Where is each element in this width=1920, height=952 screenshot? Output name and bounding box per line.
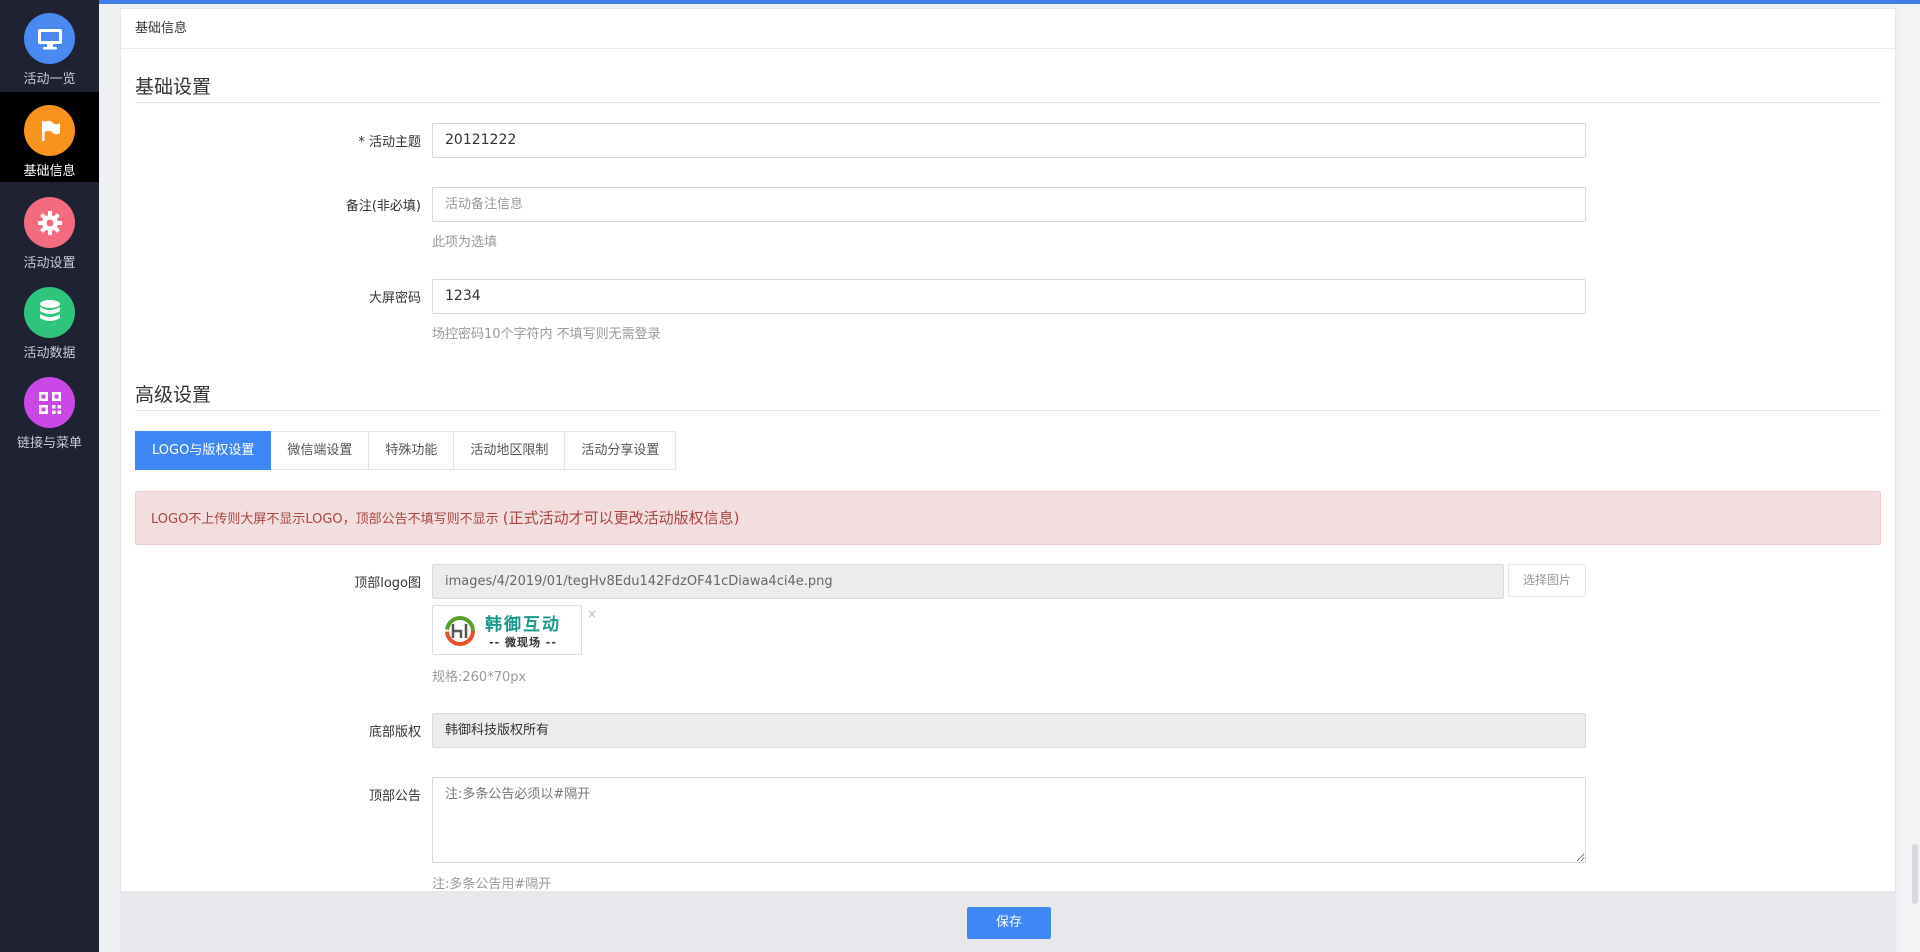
logo-brand-text: 韩御互动 [485,615,561,635]
alert-text: LOGO不上传则大屏不显示LOGO，顶部公告不填写则不显示 [151,512,503,527]
alert-banner: LOGO不上传则大屏不显示LOGO，顶部公告不填写则不显示 (正式活动才可以更改… [135,491,1881,545]
sidebar-item-activity-data[interactable]: 活动数据 [0,274,99,364]
footer-bar: 保存 [120,891,1896,952]
tab-special-features[interactable]: 特殊功能 [369,431,455,470]
database-icon [24,287,75,338]
copyright-input[interactable]: 韩御科技版权所有 [432,713,1586,748]
remove-logo-icon[interactable]: × [587,607,597,621]
scrollbar-thumb[interactable] [1912,844,1918,904]
password-help: 场控密码10个字符内 不填写则无需登录 [432,327,661,342]
logo-spec-help: 规格:260*70px [432,670,527,685]
sidebar-item-activity-settings[interactable]: 活动设置 [0,184,99,274]
tab-wechat[interactable]: 微信端设置 [271,431,370,470]
sidebar-item-activity-list[interactable]: 活动一览 [0,0,99,90]
sidebar-item-label: 活动设置 [23,256,76,271]
main-panel: 基础信息 基础设置 * 活动主题 20121222 备注(非必填) 活动备注信息… [120,8,1896,952]
divider [135,102,1881,103]
sidebar-item-label: 活动数据 [23,346,76,361]
notice-textarea[interactable] [432,777,1586,863]
section-title-advanced: 高级设置 [135,384,212,406]
password-input[interactable]: 1234 [432,279,1586,314]
notice-help: 注:多条公告用#隔开 [432,877,552,892]
copyright-label: 底部版权 [368,725,421,740]
sidebar-item-basic-info[interactable]: 基础信息 [0,92,99,182]
select-image-button[interactable]: 选择图片 [1508,564,1586,597]
logo-path-input[interactable]: images/4/2019/01/tegHv8Edu142FdzOF41cDia… [432,564,1504,599]
gear-icon [24,197,75,248]
logo-sub-text: -- 微现场 -- [489,636,557,649]
remark-help: 此项为选填 [432,235,498,250]
sidebar-item-label: 链接与菜单 [16,436,82,451]
divider [135,410,1881,411]
monitor-icon [24,13,75,64]
remark-input[interactable]: 活动备注信息 [432,187,1586,222]
top-accent-line [99,0,1920,4]
sidebar-item-label: 基础信息 [23,164,76,179]
panel-title: 基础信息 [121,9,1895,49]
tab-region-limit[interactable]: 活动地区限制 [454,431,566,470]
password-label: 大屏密码 [368,291,421,306]
section-title-basic: 基础设置 [135,76,212,98]
sidebar: 活动一览 基础信息 活动设置 活动数据 链接与菜单 [0,0,99,952]
logo-preview: 韩御互动 -- 微现场 -- [432,605,582,655]
sidebar-item-links-menu[interactable]: 链接与菜单 [0,364,99,454]
remark-label: 备注(非必填) [345,199,421,214]
settings-tabs: LOGO与版权设置 微信端设置 特殊功能 活动地区限制 活动分享设置 [135,431,677,470]
flag-icon [24,105,75,156]
scrollbar[interactable] [1900,4,1920,952]
tab-logo-copyright[interactable]: LOGO与版权设置 [135,431,272,470]
theme-label: * 活动主题 [358,135,421,150]
sidebar-item-label: 活动一览 [23,72,76,87]
alert-emphasis: (正式活动才可以更改活动版权信息) [502,509,740,527]
qrcode-icon [24,377,75,428]
logo-label: 顶部logo图 [354,576,421,591]
theme-input[interactable]: 20121222 [432,123,1586,158]
notice-label: 顶部公告 [368,789,421,804]
save-button[interactable]: 保存 [967,907,1051,939]
tab-share-settings[interactable]: 活动分享设置 [565,431,677,470]
